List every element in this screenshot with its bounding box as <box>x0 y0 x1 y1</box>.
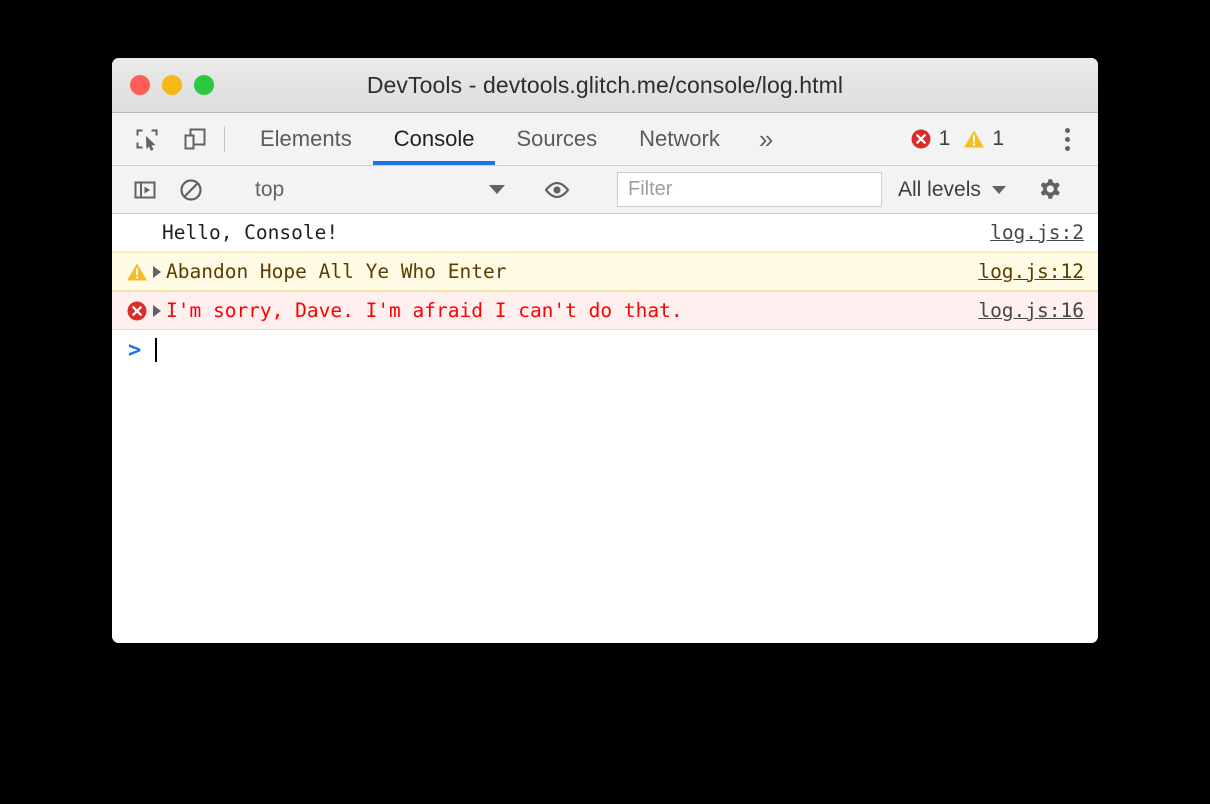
devtools-window: DevTools - devtools.glitch.me/console/lo… <box>112 58 1098 643</box>
device-toolbar-icon <box>184 128 206 150</box>
warning-count-badge[interactable]: 1 <box>963 127 1004 151</box>
error-circle-icon <box>124 300 150 322</box>
console-message-text: I'm sorry, Dave. I'm afraid I can't do t… <box>166 299 683 322</box>
devtools-main-menu-button[interactable] <box>1052 124 1082 154</box>
chevron-down-icon <box>991 185 1006 194</box>
more-tabs-button[interactable]: » <box>741 113 791 165</box>
more-tabs-icon: » <box>758 123 774 154</box>
error-count-badge[interactable]: 1 <box>910 127 951 151</box>
console-message-list: Hello, Console! log.js:2 Abandon Hope Al… <box>112 214 1098 643</box>
text-cursor <box>155 338 158 362</box>
maximize-window-button[interactable] <box>194 75 214 95</box>
window-controls <box>130 75 214 95</box>
tab-console[interactable]: Console <box>372 113 496 165</box>
tab-network-label: Network <box>639 126 720 151</box>
live-expression-button[interactable] <box>542 175 572 205</box>
prompt-chevron-icon: > <box>128 337 142 363</box>
tab-sources-label: Sources <box>516 126 598 151</box>
tab-network[interactable]: Network <box>618 113 741 165</box>
console-sidebar-icon <box>134 181 156 198</box>
warning-count-label: 1 <box>992 127 1004 150</box>
console-message-source-link[interactable]: log.js:12 <box>978 260 1084 283</box>
tab-elements-label: Elements <box>260 126 352 151</box>
error-count-label: 1 <box>938 127 951 150</box>
execution-context-value: top <box>255 177 285 201</box>
console-message-text: Abandon Hope All Ye Who Enter <box>166 260 507 283</box>
inspect-element-icon <box>136 129 158 151</box>
window-title: DevTools - devtools.glitch.me/console/lo… <box>366 71 844 98</box>
console-settings-button[interactable] <box>1035 175 1065 205</box>
tab-elements[interactable]: Elements <box>239 113 373 165</box>
error-circle-icon <box>911 129 931 149</box>
tab-sources[interactable]: Sources <box>495 113 618 165</box>
tab-console-label: Console <box>393 126 475 151</box>
kebab-dot <box>1064 145 1070 151</box>
chevron-down-icon <box>489 185 505 194</box>
kebab-dot <box>1064 127 1070 133</box>
panel-tabs: Elements Console Sources Network » <box>239 113 791 165</box>
console-message-text: Hello, Console! <box>162 221 339 244</box>
warning-triangle-icon <box>964 130 985 148</box>
console-message-source-link[interactable]: log.js:16 <box>978 299 1084 322</box>
minimize-window-button[interactable] <box>162 75 182 95</box>
expand-triangle-icon[interactable] <box>150 265 164 278</box>
devtools-tab-bar: Elements Console Sources Network » 1 1 <box>112 113 1098 166</box>
filter-input[interactable]: Filter <box>617 172 882 207</box>
console-sidebar-toggle-button[interactable] <box>130 175 160 205</box>
console-toolbar: top Filter All levels <box>112 166 1098 214</box>
kebab-dot <box>1064 136 1070 142</box>
filter-placeholder: Filter <box>628 178 673 200</box>
device-toolbar-button[interactable] <box>180 124 210 154</box>
tab-bar-tools <box>112 113 210 165</box>
log-level-selector[interactable]: All levels <box>898 178 1006 202</box>
execution-context-selector[interactable]: top <box>251 178 513 202</box>
tab-bar-status: 1 1 <box>910 113 1098 165</box>
console-message-source-link[interactable]: log.js:2 <box>990 221 1084 244</box>
expand-triangle-icon[interactable] <box>150 304 164 317</box>
clear-console-icon <box>180 178 202 201</box>
console-prompt[interactable]: > <box>112 330 1098 370</box>
gear-icon <box>1040 178 1060 199</box>
close-window-button[interactable] <box>130 75 150 95</box>
log-level-label: All levels <box>898 177 981 201</box>
inspect-element-button[interactable] <box>132 124 162 154</box>
title-bar: DevTools - devtools.glitch.me/console/lo… <box>112 58 1098 113</box>
clear-console-button[interactable] <box>176 175 206 205</box>
console-message-log[interactable]: Hello, Console! log.js:2 <box>112 214 1098 252</box>
console-message-warning[interactable]: Abandon Hope All Ye Who Enter log.js:12 <box>112 252 1098 291</box>
console-message-error[interactable]: I'm sorry, Dave. I'm afraid I can't do t… <box>112 291 1098 330</box>
live-expression-eye-icon <box>544 181 570 198</box>
warning-triangle-icon <box>124 261 150 283</box>
tab-bar-divider <box>224 126 225 152</box>
